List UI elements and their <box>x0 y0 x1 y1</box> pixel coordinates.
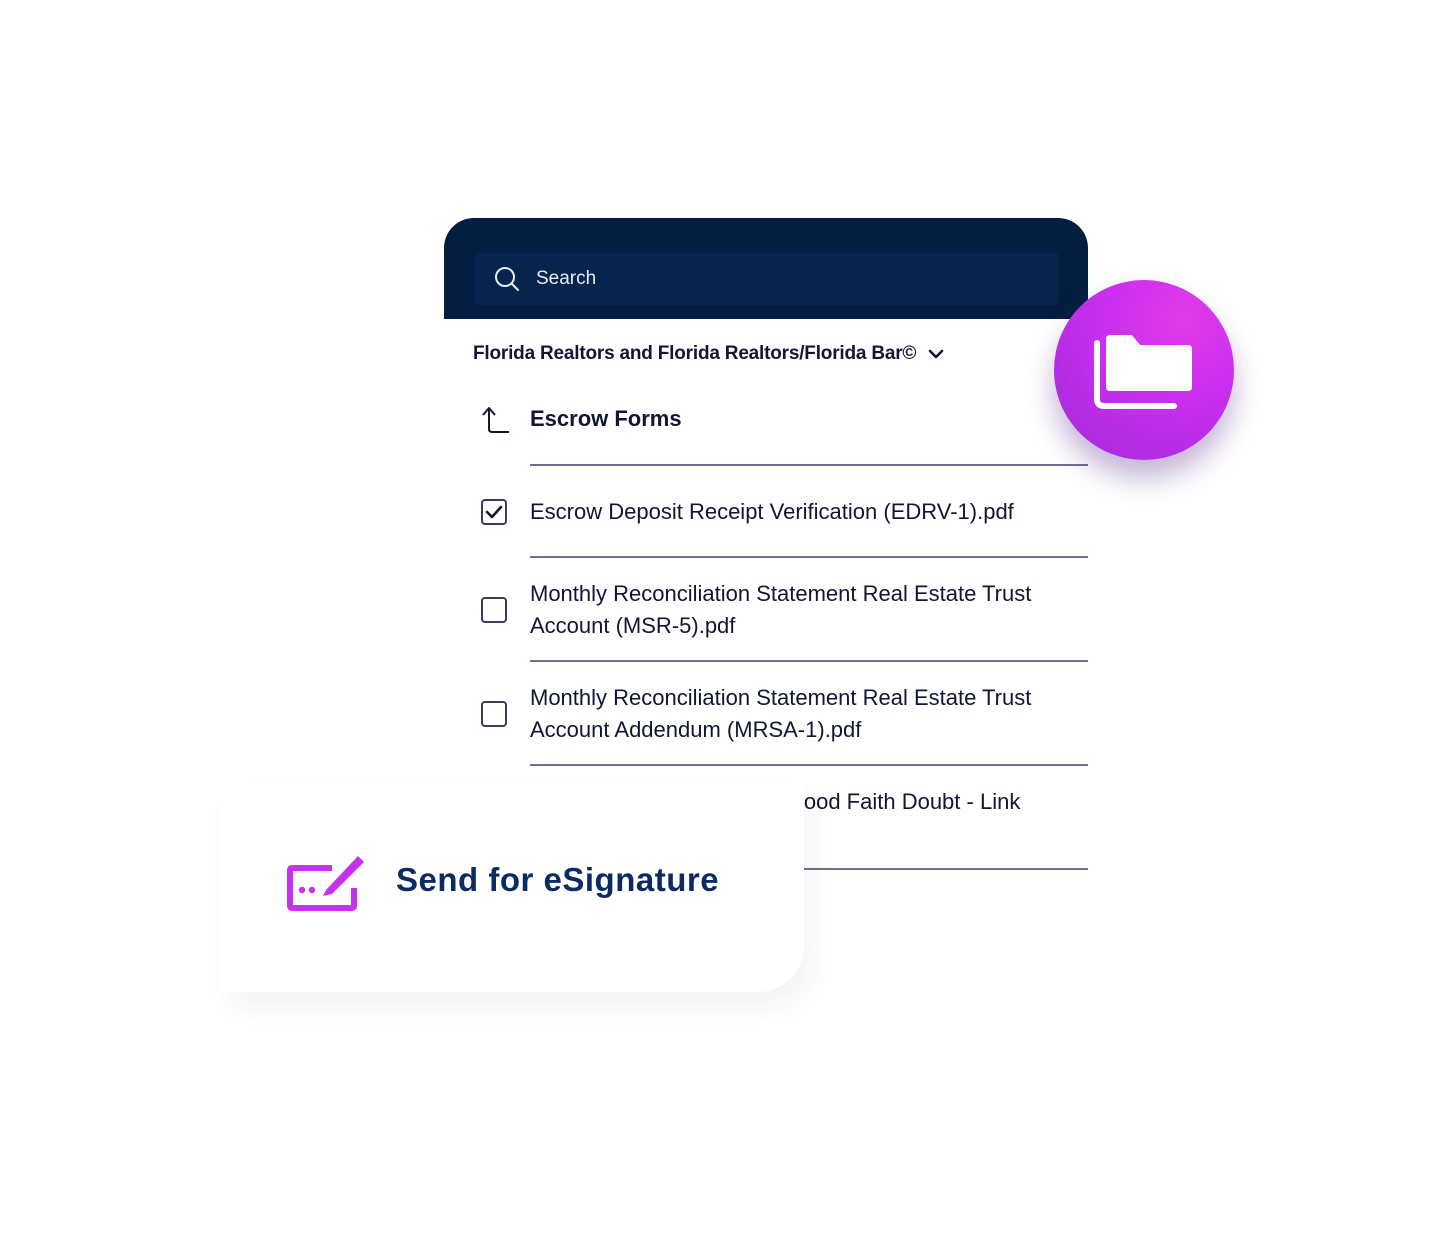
folder-title: Escrow Forms <box>530 406 682 431</box>
send-esignature-button[interactable]: Send for eSignature <box>286 848 719 912</box>
divider <box>530 660 1088 662</box>
search-box[interactable] <box>474 253 1059 305</box>
divider <box>530 556 1088 558</box>
checkbox-checked[interactable] <box>481 499 507 525</box>
file-row[interactable]: Monthly Reconciliation Statement Real Es… <box>480 578 1088 642</box>
chevron-down-icon <box>928 348 944 360</box>
signature-icon <box>286 848 366 912</box>
search-input[interactable] <box>534 267 1038 291</box>
file-row[interactable]: Monthly Reconciliation Statement Real Es… <box>480 682 1088 746</box>
library-selector[interactable]: Florida Realtors and Florida Realtors/Fl… <box>473 340 944 368</box>
file-name: Monthly Reconciliation Statement Real Es… <box>530 685 1032 742</box>
file-name: Monthly Reconciliation Statement Real Es… <box>530 581 1032 638</box>
library-name: Florida Realtors and Florida Realtors/Fl… <box>473 343 917 364</box>
checkbox[interactable] <box>481 597 507 623</box>
checkmark-icon <box>485 505 503 519</box>
checkbox[interactable] <box>481 701 507 727</box>
file-name: Escrow Deposit Receipt Verification (EDR… <box>530 499 1014 524</box>
divider <box>530 764 1088 766</box>
panel-header <box>444 218 1088 319</box>
esign-label: Send for eSignature <box>396 861 720 898</box>
parent-folder-row[interactable]: Escrow Forms <box>480 403 1088 465</box>
divider <box>530 464 1088 466</box>
arrow-up-left-icon[interactable] <box>480 405 510 435</box>
folder-badge[interactable] <box>1054 280 1234 460</box>
folder-icon <box>1092 329 1196 411</box>
file-row[interactable]: Escrow Deposit Receipt Verification (EDR… <box>480 496 1088 528</box>
search-icon <box>494 266 520 292</box>
